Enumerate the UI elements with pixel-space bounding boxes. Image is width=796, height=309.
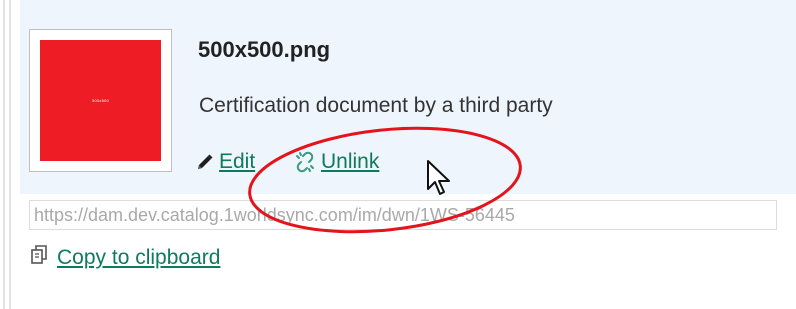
copy-to-clipboard-link[interactable]: Copy to clipboard <box>30 244 220 272</box>
thumbnail-image: 500x500 <box>40 40 161 161</box>
thumbnail-caption: 500x500 <box>92 98 109 103</box>
pencil-icon <box>196 153 214 171</box>
unlink-icon <box>294 151 316 173</box>
asset-description: Certification document by a third party <box>199 94 553 117</box>
edit-label: Edit <box>219 150 256 173</box>
asset-thumbnail[interactable]: 500x500 <box>29 29 172 172</box>
asset-url-field[interactable] <box>29 200 777 230</box>
left-border-rule-inner <box>9 0 11 309</box>
unlink-link[interactable]: Unlink <box>294 150 379 174</box>
left-border-rule <box>3 0 5 309</box>
edit-link[interactable]: Edit <box>196 150 255 174</box>
clipboard-icon <box>30 244 50 272</box>
copy-label: Copy to clipboard <box>57 246 221 269</box>
asset-filename: 500x500.png <box>198 37 331 62</box>
unlink-label: Unlink <box>321 150 380 173</box>
